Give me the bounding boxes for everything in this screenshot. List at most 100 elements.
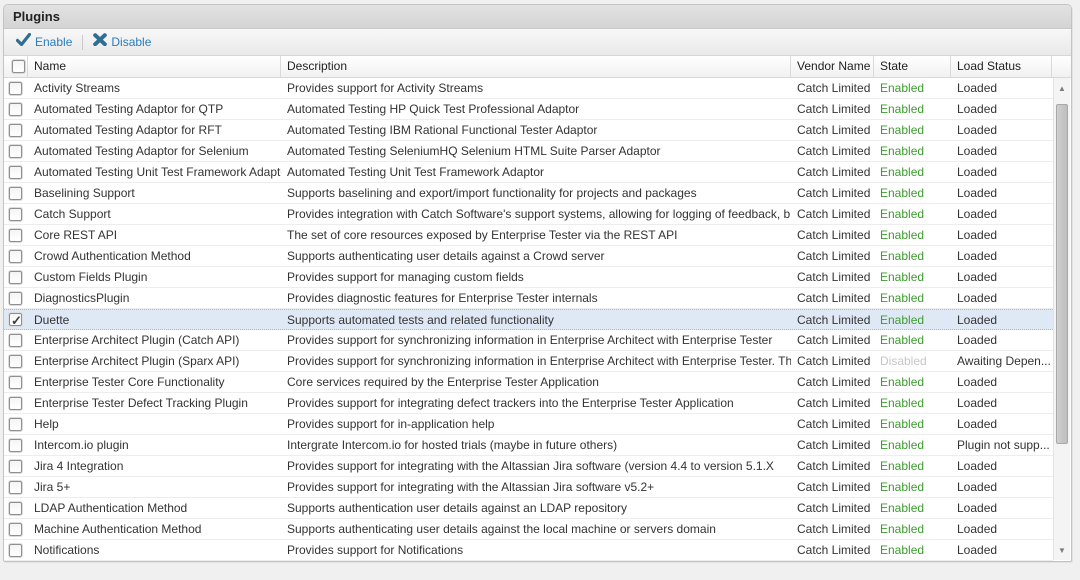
row-checkbox[interactable] xyxy=(9,271,22,284)
row-checkbox[interactable] xyxy=(9,166,22,179)
load-status-cell: Plugin not supp... xyxy=(951,435,1052,455)
plugin-name-cell: Machine Authentication Method xyxy=(28,519,281,539)
row-checkbox[interactable] xyxy=(9,82,22,95)
table-row[interactable]: Automated Testing Adaptor for RFTAutomat… xyxy=(4,120,1053,141)
table-row[interactable]: Jira 5+Provides support for integrating … xyxy=(4,477,1053,498)
row-checkbox[interactable] xyxy=(9,439,22,452)
row-checkbox[interactable] xyxy=(9,397,22,410)
state-cell: Enabled xyxy=(874,477,951,497)
row-checkbox[interactable] xyxy=(9,502,22,515)
table-row[interactable]: Enterprise Tester Core FunctionalityCore… xyxy=(4,372,1053,393)
table-row[interactable]: DuetteSupports automated tests and relat… xyxy=(4,309,1053,330)
load-status-cell: Loaded xyxy=(951,372,1052,392)
plugin-name-cell: Enterprise Architect Plugin (Catch API) xyxy=(28,330,281,350)
description-cell: Automated Testing SeleniumHQ Selenium HT… xyxy=(281,141,791,161)
state-cell: Enabled xyxy=(874,435,951,455)
scroll-down-icon[interactable]: ▼ xyxy=(1055,542,1069,558)
table-row[interactable]: DiagnosticsPluginProvides diagnostic fea… xyxy=(4,288,1053,309)
row-checkbox[interactable] xyxy=(9,376,22,389)
row-checkbox[interactable] xyxy=(9,334,22,347)
row-checkbox[interactable] xyxy=(9,145,22,158)
select-all-checkbox[interactable] xyxy=(12,60,25,73)
column-header-load-status[interactable]: Load Status xyxy=(951,56,1052,77)
state-cell: Enabled xyxy=(874,519,951,539)
row-checkbox-cell xyxy=(4,267,28,287)
table-row[interactable]: Custom Fields PluginProvides support for… xyxy=(4,267,1053,288)
state-cell: Enabled xyxy=(874,183,951,203)
description-cell: Provides integration with Catch Software… xyxy=(281,204,791,224)
table-row[interactable]: Crowd Authentication MethodSupports auth… xyxy=(4,246,1053,267)
table-row[interactable]: Jira 4 IntegrationProvides support for i… xyxy=(4,456,1053,477)
table-row[interactable]: Activity StreamsProvides support for Act… xyxy=(4,78,1053,99)
plugin-name-cell: Core REST API xyxy=(28,225,281,245)
table-row[interactable]: Catch SupportProvides integration with C… xyxy=(4,204,1053,225)
description-cell: Supports baselining and export/import fu… xyxy=(281,183,791,203)
load-status-cell: Loaded xyxy=(951,498,1052,518)
table-row[interactable]: Intercom.io pluginIntergrate Intercom.io… xyxy=(4,435,1053,456)
row-checkbox[interactable] xyxy=(9,460,22,473)
scrollbar-thumb[interactable] xyxy=(1056,104,1068,444)
row-checkbox-cell xyxy=(4,288,28,308)
row-checkbox[interactable] xyxy=(9,250,22,263)
vendor-cell: Catch Limited xyxy=(791,372,874,392)
row-checkbox[interactable] xyxy=(9,229,22,242)
row-checkbox[interactable] xyxy=(9,313,22,326)
row-checkbox-cell xyxy=(4,435,28,455)
description-cell: Supports automated tests and related fun… xyxy=(281,310,791,329)
description-cell: Supports authentication user details aga… xyxy=(281,498,791,518)
column-header-vendor[interactable]: Vendor Name xyxy=(791,56,874,77)
toolbar: Enable Disable xyxy=(4,29,1071,56)
table-row[interactable]: LDAP Authentication MethodSupports authe… xyxy=(4,498,1053,519)
row-checkbox[interactable] xyxy=(9,208,22,221)
table-row[interactable]: Enterprise Architect Plugin (Sparx API)P… xyxy=(4,351,1053,372)
column-header-state[interactable]: State xyxy=(874,56,951,77)
grid-header: Name Description Vendor Name State Load … xyxy=(4,56,1071,78)
table-row[interactable]: HelpProvides support for in-application … xyxy=(4,414,1053,435)
row-checkbox[interactable] xyxy=(9,523,22,536)
table-row[interactable]: Core REST APIThe set of core resources e… xyxy=(4,225,1053,246)
table-row[interactable]: Automated Testing Adaptor for SeleniumAu… xyxy=(4,141,1053,162)
plugin-name-cell: Duette xyxy=(28,310,281,329)
vendor-cell: Catch Limited xyxy=(791,414,874,434)
table-row[interactable]: Baselining SupportSupports baselining an… xyxy=(4,183,1053,204)
row-checkbox-cell xyxy=(4,540,28,560)
table-row[interactable]: Automated Testing Adaptor for QTPAutomat… xyxy=(4,99,1053,120)
load-status-cell: Loaded xyxy=(951,519,1052,539)
row-checkbox[interactable] xyxy=(9,187,22,200)
column-header-name[interactable]: Name xyxy=(28,56,281,77)
disable-button[interactable]: Disable xyxy=(88,31,156,53)
vendor-cell: Catch Limited xyxy=(791,162,874,182)
vendor-cell: Catch Limited xyxy=(791,141,874,161)
column-header-description[interactable]: Description xyxy=(281,56,791,77)
table-row[interactable]: Machine Authentication MethodSupports au… xyxy=(4,519,1053,540)
plugin-name-cell: Custom Fields Plugin xyxy=(28,267,281,287)
vendor-cell: Catch Limited xyxy=(791,99,874,119)
table-row[interactable]: NotificationsProvides support for Notifi… xyxy=(4,540,1053,561)
load-status-cell: Loaded xyxy=(951,204,1052,224)
vertical-scrollbar[interactable]: ▲ ▼ xyxy=(1053,78,1070,560)
row-checkbox[interactable] xyxy=(9,418,22,431)
load-status-cell: Loaded xyxy=(951,393,1052,413)
row-checkbox[interactable] xyxy=(9,103,22,116)
row-checkbox[interactable] xyxy=(9,481,22,494)
vendor-cell: Catch Limited xyxy=(791,519,874,539)
vendor-cell: Catch Limited xyxy=(791,456,874,476)
row-checkbox[interactable] xyxy=(9,544,22,557)
vendor-cell: Catch Limited xyxy=(791,310,874,329)
state-cell: Enabled xyxy=(874,204,951,224)
table-row[interactable]: Automated Testing Unit Test Framework Ad… xyxy=(4,162,1053,183)
scroll-up-icon[interactable]: ▲ xyxy=(1055,80,1069,96)
enable-button[interactable]: Enable xyxy=(11,31,77,53)
table-row[interactable]: Enterprise Tester Defect Tracking Plugin… xyxy=(4,393,1053,414)
load-status-cell: Loaded xyxy=(951,162,1052,182)
select-all-header-cell[interactable] xyxy=(4,56,28,77)
description-cell: Provides support for integrating with th… xyxy=(281,477,791,497)
description-cell: Automated Testing HP Quick Test Professi… xyxy=(281,99,791,119)
table-row[interactable]: Enterprise Architect Plugin (Catch API)P… xyxy=(4,330,1053,351)
row-checkbox[interactable] xyxy=(9,124,22,137)
row-checkbox[interactable] xyxy=(9,355,22,368)
plugin-name-cell: Automated Testing Adaptor for QTP xyxy=(28,99,281,119)
row-checkbox[interactable] xyxy=(9,292,22,305)
description-cell: Provides support for managing custom fie… xyxy=(281,267,791,287)
load-status-cell: Loaded xyxy=(951,456,1052,476)
